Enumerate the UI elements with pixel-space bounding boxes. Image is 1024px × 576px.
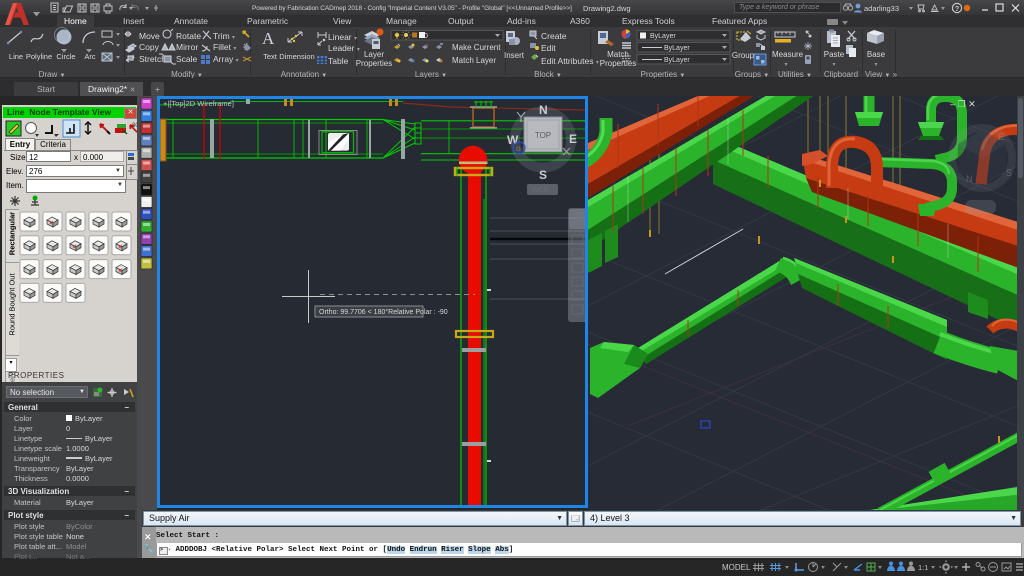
svg-text:TOP: TOP [535, 131, 551, 140]
svg-text:ByLayer: ByLayer [650, 33, 676, 40]
svg-text:1:1: 1:1 [918, 563, 928, 572]
svg-text:A: A [262, 29, 275, 48]
svg-text:ByLayer: ByLayer [664, 45, 690, 52]
svg-text:‒ ❐ ✕: ‒ ❐ ✕ [950, 99, 976, 109]
svg-text:+|[Top]2D Wireframe]: +|[Top]2D Wireframe] [163, 99, 234, 108]
svg-text:G: G [516, 147, 521, 153]
svg-text:E: E [998, 132, 1004, 142]
svg-text:W: W [507, 133, 519, 147]
svg-text:adarling33: adarling33 [864, 4, 899, 13]
svg-text:S: S [539, 168, 547, 182]
svg-text:N: N [966, 174, 973, 184]
svg-text:?: ? [955, 6, 959, 13]
svg-text:N: N [539, 103, 548, 117]
svg-text:S: S [1006, 168, 1012, 178]
svg-text:WCS: WCS [532, 187, 549, 194]
svg-text:Ortho: 99.7706 < 180°Relative: Ortho: 99.7706 < 180°Relative Polar : -9… [319, 308, 448, 316]
svg-text:E: E [569, 132, 577, 146]
svg-text:ByLayer: ByLayer [664, 57, 690, 64]
